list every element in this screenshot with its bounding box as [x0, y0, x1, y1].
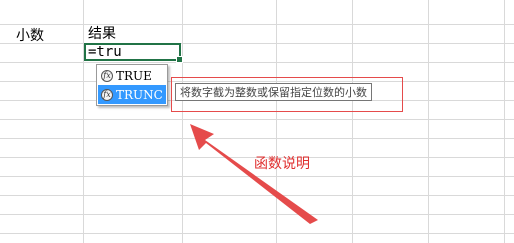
- annotation-arrow: [190, 124, 318, 224]
- annotation-label: 函数说明: [254, 156, 310, 172]
